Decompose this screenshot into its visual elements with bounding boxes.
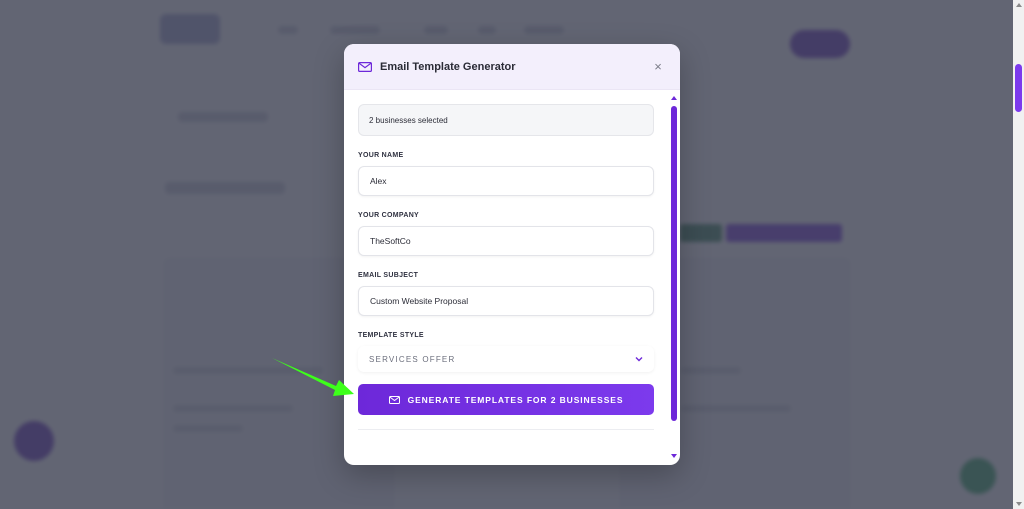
your-name-label: YOUR NAME	[358, 152, 404, 159]
modal-scrollbar[interactable]	[670, 94, 678, 462]
your-company-input[interactable]	[358, 226, 654, 256]
page-scrollbar[interactable]	[1013, 0, 1024, 509]
chevron-down-icon	[635, 357, 643, 362]
scroll-up-arrow-icon[interactable]	[1016, 3, 1022, 7]
selected-businesses-summary: 2 businesses selected	[358, 104, 654, 136]
modal-body: 2 businesses selected YOUR NAME YOUR COM…	[358, 104, 654, 430]
your-company-label: YOUR COMPANY	[358, 212, 420, 219]
scroll-up-arrow-icon[interactable]	[671, 96, 677, 100]
close-icon[interactable]: ×	[650, 59, 666, 75]
scroll-down-arrow-icon[interactable]	[671, 454, 677, 458]
generate-templates-button[interactable]: GENERATE TEMPLATES FOR 2 BUSINESSES	[358, 384, 654, 415]
template-style-label: TEMPLATE STYLE	[358, 332, 424, 339]
mail-icon	[358, 61, 372, 72]
page-scrollbar-thumb[interactable]	[1015, 64, 1022, 112]
mail-icon	[388, 395, 400, 404]
your-name-input[interactable]	[358, 166, 654, 196]
modal-title: Email Template Generator	[380, 60, 516, 73]
modal-header: Email Template Generator ×	[344, 44, 680, 90]
scroll-down-arrow-icon[interactable]	[1016, 502, 1022, 506]
template-style-select[interactable]: SERVICES OFFER	[358, 346, 654, 372]
modal-scrollbar-thumb[interactable]	[671, 106, 677, 421]
email-template-modal: Email Template Generator × 2 businesses …	[344, 44, 680, 465]
generate-templates-label: GENERATE TEMPLATES FOR 2 BUSINESSES	[407, 394, 624, 405]
email-subject-input[interactable]	[358, 286, 654, 316]
template-style-value: SERVICES OFFER	[369, 354, 456, 364]
divider	[358, 429, 654, 430]
email-subject-label: EMAIL SUBJECT	[358, 272, 419, 279]
